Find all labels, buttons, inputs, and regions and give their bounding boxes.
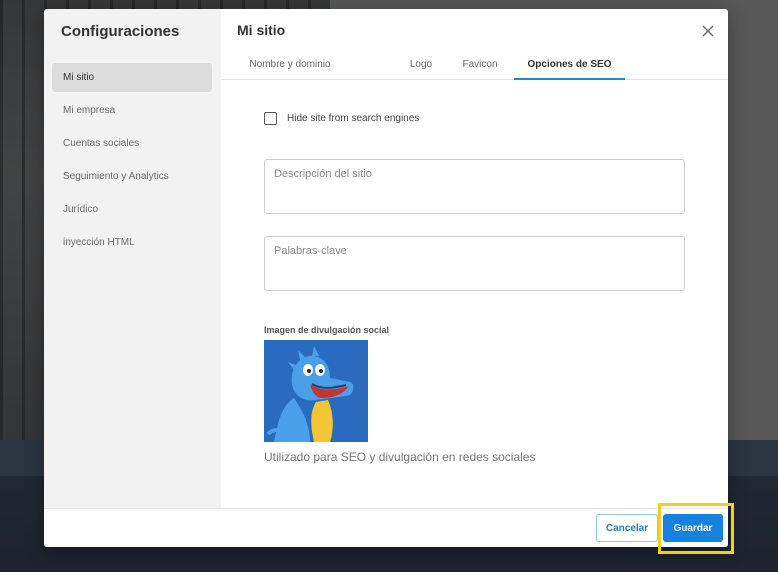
hide-site-label[interactable]: Hide site from search engines [287, 113, 419, 124]
tab-favicon[interactable]: Favicon [459, 56, 501, 80]
social-share-image[interactable] [264, 340, 368, 442]
social-image-label: Imagen de divulgación social [264, 325, 390, 335]
sidebar-item-mi-empresa[interactable]: Mi empresa [52, 96, 212, 125]
sidebar-item-seguimiento-analytics[interactable]: Seguimiento y Analytics [52, 162, 212, 191]
tab-bar: Nombre y dominio Logo Favicon Opciones d… [221, 56, 728, 80]
mascot-image [264, 340, 368, 442]
keywords-input[interactable] [264, 236, 685, 291]
settings-modal: Configuraciones Mi sitio Mi empresa Cuen… [44, 9, 728, 547]
sidebar-item-mi-sitio[interactable]: Mi sitio [52, 63, 212, 92]
sidebar-item-juridico[interactable]: Jurídico [52, 195, 212, 224]
settings-sidebar: Configuraciones Mi sitio Mi empresa Cuen… [44, 9, 221, 508]
hide-site-checkbox[interactable] [264, 112, 277, 125]
sidebar-item-cuentas-sociales[interactable]: Cuentas sociales [52, 129, 212, 158]
page-title: Mi sitio [237, 22, 286, 38]
sidebar-item-inyeccion-html[interactable]: inyección HTML [52, 228, 212, 257]
tab-logo[interactable]: Logo [403, 56, 439, 80]
close-button[interactable] [700, 23, 716, 39]
site-description-input[interactable] [264, 159, 685, 214]
sidebar-title: Configuraciones [61, 23, 180, 40]
cancel-button[interactable]: Cancelar [596, 514, 658, 542]
sidebar-menu: Mi sitio Mi empresa Cuentas sociales Seg… [52, 63, 212, 261]
close-icon [702, 25, 714, 37]
settings-content: Mi sitio Nombre y dominio Logo Favicon O… [221, 9, 728, 508]
social-image-help: Utilizado para SEO y divulgación en rede… [264, 450, 536, 464]
tab-opciones-seo[interactable]: Opciones de SEO [514, 56, 625, 80]
save-button[interactable]: Guardar [663, 514, 723, 542]
modal-footer: Cancelar Guardar [44, 508, 728, 547]
tab-nombre-dominio[interactable]: Nombre y dominio [245, 56, 335, 80]
